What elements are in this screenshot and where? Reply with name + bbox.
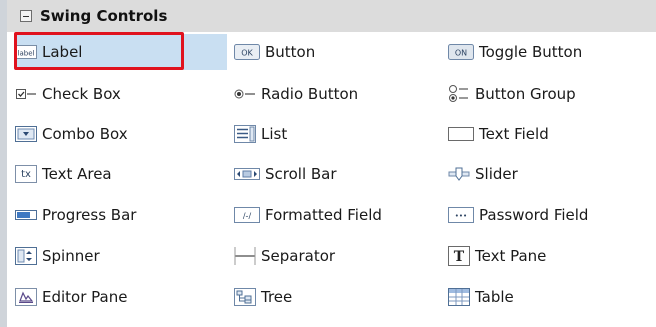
palette-item-button-group-text: Button Group (475, 85, 576, 103)
palette-item-button-group[interactable]: Button Group (448, 76, 576, 112)
palette-item-spinner-text: Spinner (42, 247, 100, 265)
label-icon-text: label (18, 50, 35, 58)
palette-item-password-field[interactable]: ••• Password Field (448, 197, 588, 233)
palette-item-button-text: Button (265, 43, 316, 61)
swing-controls-palette: Swing Controls label Label Check Box Com… (0, 0, 656, 327)
palette-item-progress-bar-text: Progress Bar (42, 206, 137, 224)
list-icon (234, 125, 256, 143)
label-icon: label (15, 43, 37, 61)
palette-item-scroll-bar[interactable]: Scroll Bar (234, 156, 337, 192)
text-pane-icon-text: T (454, 249, 465, 265)
palette-item-formatted-field-text: Formatted Field (265, 206, 382, 224)
separator-icon (234, 247, 256, 265)
text-field-icon (448, 125, 474, 143)
combo-box-icon (15, 125, 37, 143)
slider-icon (448, 165, 470, 183)
password-field-icon: ••• (448, 206, 474, 224)
palette-item-progress-bar[interactable]: Progress Bar (15, 197, 136, 233)
formatted-field-icon-text: /-/ (243, 212, 252, 221)
palette-item-separator[interactable]: Separator (234, 238, 335, 274)
text-pane-icon: T (448, 246, 470, 266)
palette-item-radio-button[interactable]: Radio Button (234, 76, 358, 112)
palette-item-text-field-text: Text Field (479, 125, 549, 143)
text-area-icon: tx (15, 165, 37, 183)
formatted-field-icon: /-/ (234, 206, 260, 224)
editor-pane-icon (15, 288, 37, 306)
palette-item-check-box-text: Check Box (42, 85, 121, 103)
category-header[interactable]: Swing Controls (7, 0, 656, 32)
checkbox-icon (15, 85, 37, 103)
palette-item-text-area-text: Text Area (42, 165, 112, 183)
palette-item-text-field[interactable]: Text Field (448, 116, 549, 152)
palette-item-label[interactable]: label Label (15, 34, 227, 70)
palette-item-text-pane-text: Text Pane (475, 247, 547, 265)
category-title: Swing Controls (40, 7, 168, 25)
palette-item-check-box[interactable]: Check Box (15, 76, 121, 112)
palette-item-table[interactable]: Table (448, 279, 514, 315)
button-icon-text: OK (241, 49, 253, 58)
palette-item-slider[interactable]: Slider (448, 156, 518, 192)
palette-item-tree-text: Tree (261, 288, 293, 306)
palette-item-combo-box[interactable]: Combo Box (15, 116, 128, 152)
palette-item-tree[interactable]: Tree (234, 279, 292, 315)
palette-item-list[interactable]: List (234, 116, 287, 152)
palette-item-formatted-field[interactable]: /-/ Formatted Field (234, 197, 382, 233)
palette-item-combo-box-text: Combo Box (42, 125, 128, 143)
palette-item-list-text: List (261, 125, 288, 143)
palette-item-text-area[interactable]: tx Text Area (15, 156, 112, 192)
palette-item-toggle-button-text: Toggle Button (479, 43, 583, 61)
palette-item-separator-text: Separator (261, 247, 336, 265)
scroll-bar-icon (234, 165, 260, 183)
button-group-icon (448, 85, 470, 103)
collapse-icon[interactable] (20, 10, 32, 22)
palette-item-radio-button-text: Radio Button (261, 85, 359, 103)
spinner-icon (15, 247, 37, 265)
palette-item-slider-text: Slider (475, 165, 518, 183)
palette-item-toggle-button[interactable]: ON Toggle Button (448, 34, 582, 70)
button-icon: OK (234, 43, 260, 61)
palette-item-scroll-bar-text: Scroll Bar (265, 165, 337, 183)
toggle-button-icon: ON (448, 43, 474, 61)
palette-item-text-pane[interactable]: T Text Pane (448, 238, 546, 274)
palette-item-editor-pane[interactable]: Editor Pane (15, 279, 127, 315)
progress-bar-icon (15, 206, 37, 224)
palette-item-editor-pane-text: Editor Pane (42, 288, 128, 306)
palette-item-table-text: Table (475, 288, 514, 306)
text-area-icon-text: tx (21, 169, 31, 180)
tree-icon (234, 288, 256, 306)
palette-item-label-text: Label (42, 43, 83, 61)
table-icon (448, 288, 470, 306)
palette-item-spinner[interactable]: Spinner (15, 238, 100, 274)
password-field-icon-text: ••• (455, 212, 467, 220)
toggle-button-icon-text: ON (455, 49, 467, 58)
palette-item-button[interactable]: OK Button (234, 34, 315, 70)
radio-button-icon (234, 85, 256, 103)
left-edge (0, 0, 7, 327)
palette-item-password-field-text: Password Field (479, 206, 589, 224)
